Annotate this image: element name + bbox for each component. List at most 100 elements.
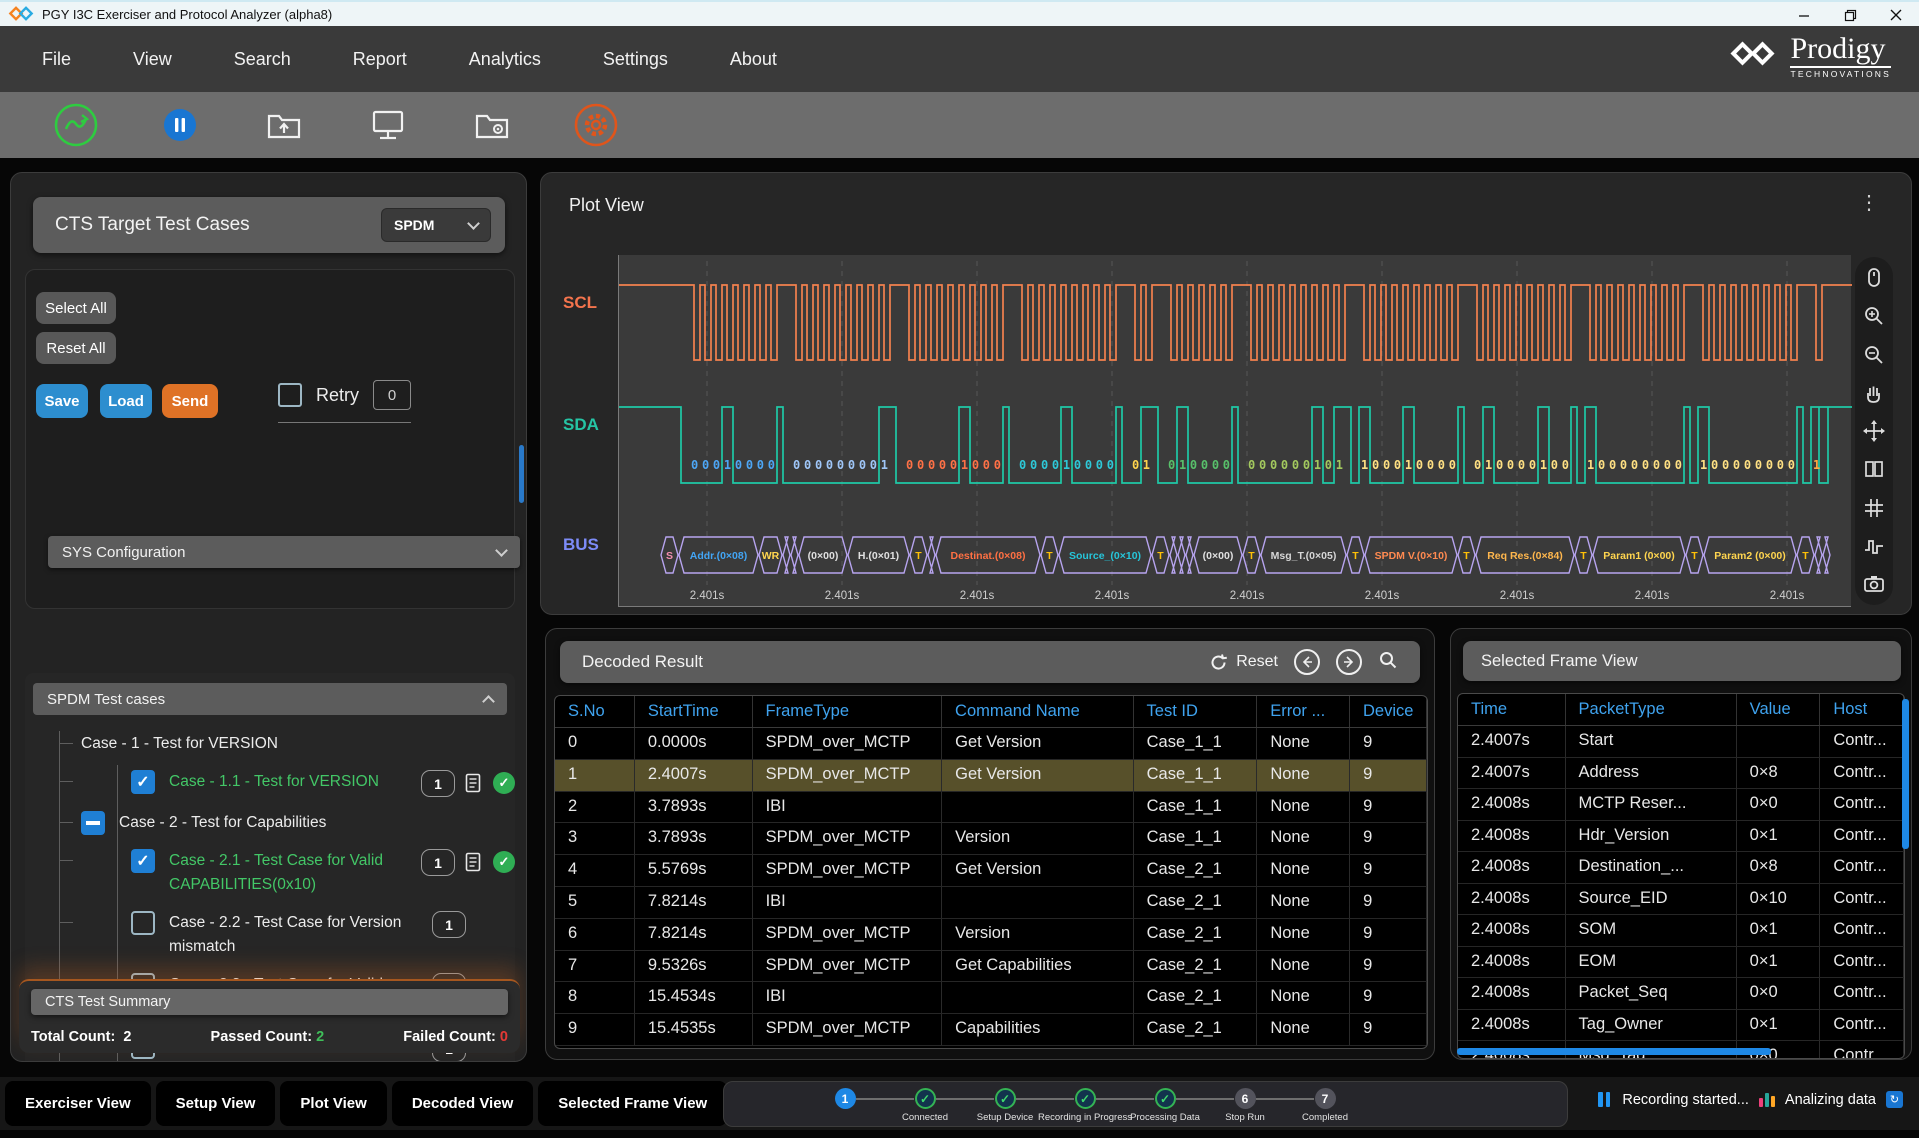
table-row[interactable]: 2.4008sSource_EID0×10Contr... (1458, 884, 1904, 916)
table-row[interactable]: 67.8214sSPDM_over_MCTPVersionCase_2_1Non… (555, 919, 1427, 951)
table-row[interactable]: 79.5326sSPDM_over_MCTPGet CapabilitiesCa… (555, 951, 1427, 983)
retry-checkbox[interactable] (278, 383, 302, 407)
prev-frame-button[interactable] (1294, 649, 1320, 675)
table-row[interactable]: 2.4008sMCTP Reser...0×0Contr... (1458, 789, 1904, 821)
bus-packet-label: T (915, 550, 922, 562)
view-tab-exerciser-view[interactable]: Exerciser View (5, 1081, 151, 1126)
menu-item-report[interactable]: Report (353, 49, 407, 70)
menu-item-about[interactable]: About (730, 49, 777, 70)
test-case-checkbox[interactable]: ✓ (131, 849, 155, 873)
menu-item-settings[interactable]: Settings (603, 49, 668, 70)
table-row[interactable]: 815.4534sIBICase_2_1None9 (555, 982, 1427, 1014)
exerciser-run-button[interactable] (52, 101, 100, 149)
table-row[interactable]: 915.4535sSPDM_over_MCTPCapabilitiesCase_… (555, 1014, 1427, 1046)
bus-packet-hex[interactable] (783, 537, 790, 573)
tree-item[interactable]: Case - 1 - Test for VERSION (25, 725, 515, 763)
view-tab-selected-frame-view[interactable]: Selected Frame View (538, 1081, 727, 1126)
minimize-button[interactable] (1781, 2, 1827, 28)
test-case-label: Case - 2.1 - Test Case for Valid CAPABIL… (169, 849, 413, 897)
tree-item[interactable]: ✓Case - 1.1 - Test for VERSION1✓ (25, 763, 515, 804)
waveform-canvas[interactable]: 2.401s2.401s2.401s2.401s2.401s2.401s2.40… (618, 255, 1851, 607)
bus-packet-hex[interactable] (1178, 537, 1185, 573)
left-panel-scrollbar[interactable] (519, 445, 524, 503)
retry-label: Retry (316, 385, 359, 406)
table-row[interactable]: 00.0000sSPDM_over_MCTPGet VersionCase_1_… (555, 728, 1427, 760)
reset-all-button[interactable]: Reset All (36, 332, 116, 364)
tree-item[interactable]: Case - 2 - Test for Capabilities (25, 804, 515, 842)
plot-view-panel: Plot View ⋮ SCLSDABUS 2.401s2.401s2.401s… (540, 172, 1912, 615)
select-all-button[interactable]: Select All (36, 292, 116, 324)
tree-item[interactable]: Case - 2.2 - Test Case for Version misma… (25, 904, 515, 966)
recording-pause-icon (1598, 1092, 1612, 1107)
close-button[interactable] (1873, 2, 1919, 28)
search-button[interactable] (1378, 650, 1398, 675)
settings-button[interactable] (572, 101, 620, 149)
table-cell: Case_2_1 (1134, 1014, 1258, 1045)
menu-item-file[interactable]: File (42, 49, 71, 70)
tree-item[interactable]: ✓ Case - 2.1 - Test Case for Valid CAPABI… (25, 842, 515, 904)
next-frame-button[interactable] (1336, 649, 1362, 675)
report-doc-icon[interactable] (465, 773, 481, 793)
menu-item-analytics[interactable]: Analytics (469, 49, 541, 70)
column-header: PacketType (1566, 694, 1737, 725)
menu-item-search[interactable]: Search (234, 49, 291, 70)
run-count-box[interactable]: 1 (432, 911, 466, 938)
open-file-button[interactable] (260, 101, 308, 149)
bus-packet-hex[interactable] (1815, 537, 1822, 573)
table-row[interactable]: 57.8214sIBICase_2_1None9 (555, 887, 1427, 919)
view-tab-setup-view[interactable]: Setup View (156, 1081, 276, 1126)
zoom-out-tool-button[interactable] (1862, 343, 1886, 367)
test-case-checkbox[interactable] (81, 811, 105, 835)
table-row[interactable]: 45.5769sSPDM_over_MCTPGet VersionCase_2_… (555, 855, 1427, 887)
bus-packet-hex[interactable] (1186, 537, 1193, 573)
bus-packet-hex[interactable] (1823, 537, 1830, 573)
run-count-box[interactable]: 1 (421, 849, 455, 876)
table-row[interactable]: 2.4008sPacket_Seq0×0Contr... (1458, 978, 1904, 1010)
table-row[interactable]: 2.4007sAddress0×8Contr... (1458, 758, 1904, 790)
maximize-button[interactable] (1827, 2, 1873, 28)
signal-tool-button[interactable] (1862, 534, 1886, 558)
bus-packet-hex[interactable] (791, 537, 798, 573)
table-row[interactable]: 2.4007sStartContr... (1458, 726, 1904, 758)
load-button[interactable]: Load (100, 384, 152, 418)
retry-count-input[interactable]: 0 (373, 380, 411, 410)
table-row[interactable]: 23.7893sIBICase_1_1None9 (555, 792, 1427, 824)
test-case-checkbox[interactable]: ✓ (131, 770, 155, 794)
protocol-dropdown[interactable]: SPDM (381, 208, 491, 242)
save-button[interactable]: Save (36, 384, 88, 418)
table-row[interactable]: 2.4008sTag_Owner0×1Contr... (1458, 1010, 1904, 1042)
pause-button[interactable] (156, 101, 204, 149)
table-row[interactable]: 2.4008sDestination_...0×8Contr... (1458, 852, 1904, 884)
kebab-menu-icon[interactable]: ⋮ (1859, 193, 1879, 213)
bus-packet-hex[interactable] (928, 537, 935, 573)
table-row[interactable]: 33.7893sSPDM_over_MCTPVersionCase_1_1Non… (555, 823, 1427, 855)
save-location-button[interactable] (468, 101, 516, 149)
send-button[interactable]: Send (162, 384, 218, 418)
chevron-down-icon (467, 217, 480, 230)
mouse-tool-button[interactable] (1862, 266, 1886, 290)
table-row[interactable]: 2.4008sEOM0×1Contr... (1458, 947, 1904, 979)
device-button[interactable] (364, 101, 412, 149)
bus-packet-hex[interactable] (1170, 537, 1177, 573)
view-tab-decoded-view[interactable]: Decoded View (392, 1081, 533, 1126)
table-row[interactable]: 12.4007sSPDM_over_MCTPGet VersionCase_1_… (555, 760, 1427, 792)
pages-tool-button[interactable] (1862, 457, 1886, 481)
spdm-test-cases-header[interactable]: SPDM Test cases (33, 683, 507, 715)
menu-item-view[interactable]: View (133, 49, 172, 70)
table-cell: 9.5326s (635, 951, 753, 982)
view-tab-plot-view[interactable]: Plot View (280, 1081, 386, 1126)
table-row[interactable]: 2.4008sSOM0×1Contr... (1458, 915, 1904, 947)
frame-table-horizontal-scrollbar[interactable] (1457, 1048, 1771, 1055)
frame-table-vertical-scrollbar[interactable] (1902, 699, 1909, 849)
reset-button[interactable]: Reset (1209, 653, 1278, 672)
grid-tool-button[interactable] (1862, 496, 1886, 520)
camera-tool-button[interactable] (1862, 572, 1886, 596)
run-count-box[interactable]: 1 (421, 770, 455, 797)
sys-configuration-dropdown[interactable]: SYS Configuration (48, 536, 520, 568)
table-row[interactable]: 2.4008sHdr_Version0×1Contr... (1458, 821, 1904, 853)
report-doc-icon[interactable] (465, 852, 481, 872)
hand-tool-button[interactable] (1862, 381, 1886, 405)
zoom-in-tool-button[interactable] (1862, 304, 1886, 328)
test-case-checkbox[interactable] (131, 911, 155, 935)
move-tool-button[interactable] (1862, 419, 1886, 443)
